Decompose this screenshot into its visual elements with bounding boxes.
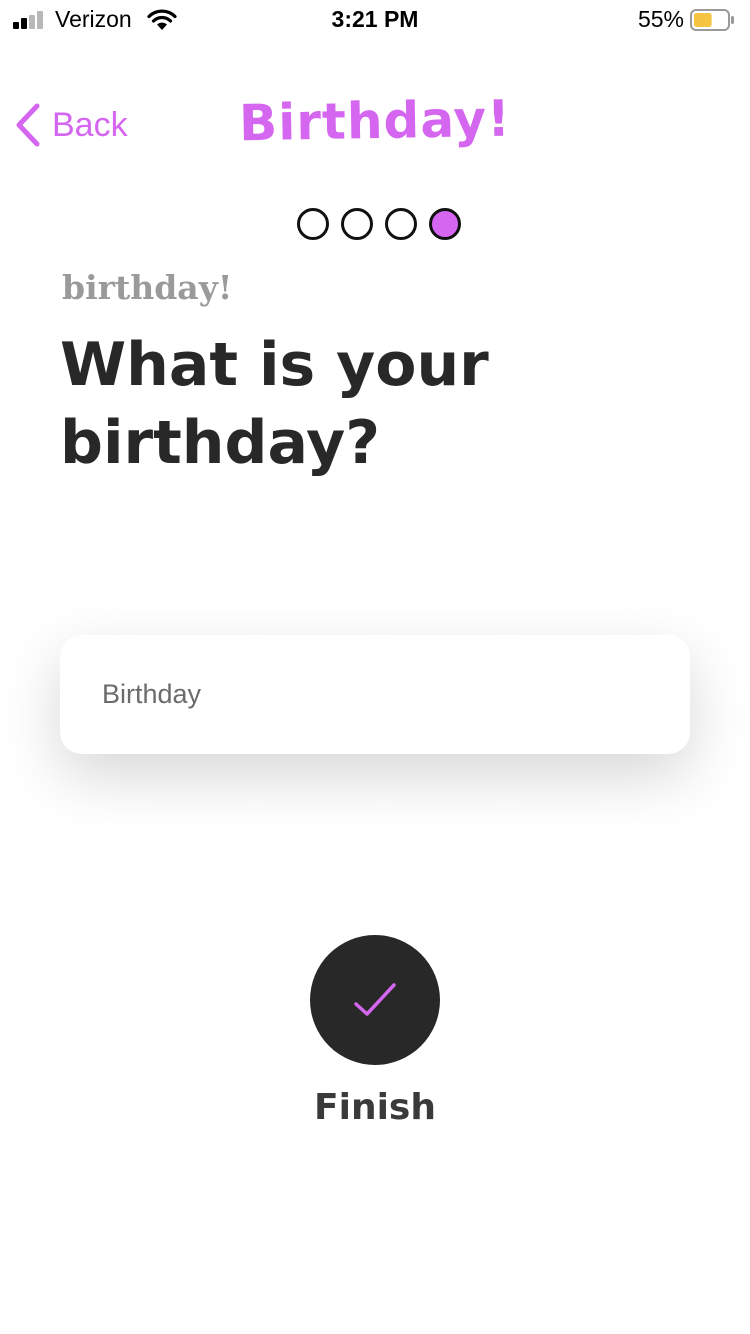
status-bar: Verizon 3:21 PM 55%: [0, 0, 750, 40]
checkmark-icon: [354, 983, 396, 1016]
finish-label: Finish: [314, 1087, 436, 1128]
question-heading: What is your birthday?: [60, 330, 489, 478]
birthday-field[interactable]: [60, 635, 690, 754]
step-dot: [385, 208, 417, 240]
step-dot: [297, 208, 329, 240]
step-dot-active: [429, 208, 461, 240]
birthday-input[interactable]: [100, 678, 644, 711]
question-eyebrow: birthday!: [62, 268, 233, 307]
page-title: Birthday!: [238, 89, 512, 153]
step-indicator: [297, 208, 461, 240]
finish-button[interactable]: [310, 935, 440, 1065]
battery-percentage: 55%: [637, 6, 684, 32]
step-dot: [341, 208, 373, 240]
battery-icon: [690, 9, 734, 31]
